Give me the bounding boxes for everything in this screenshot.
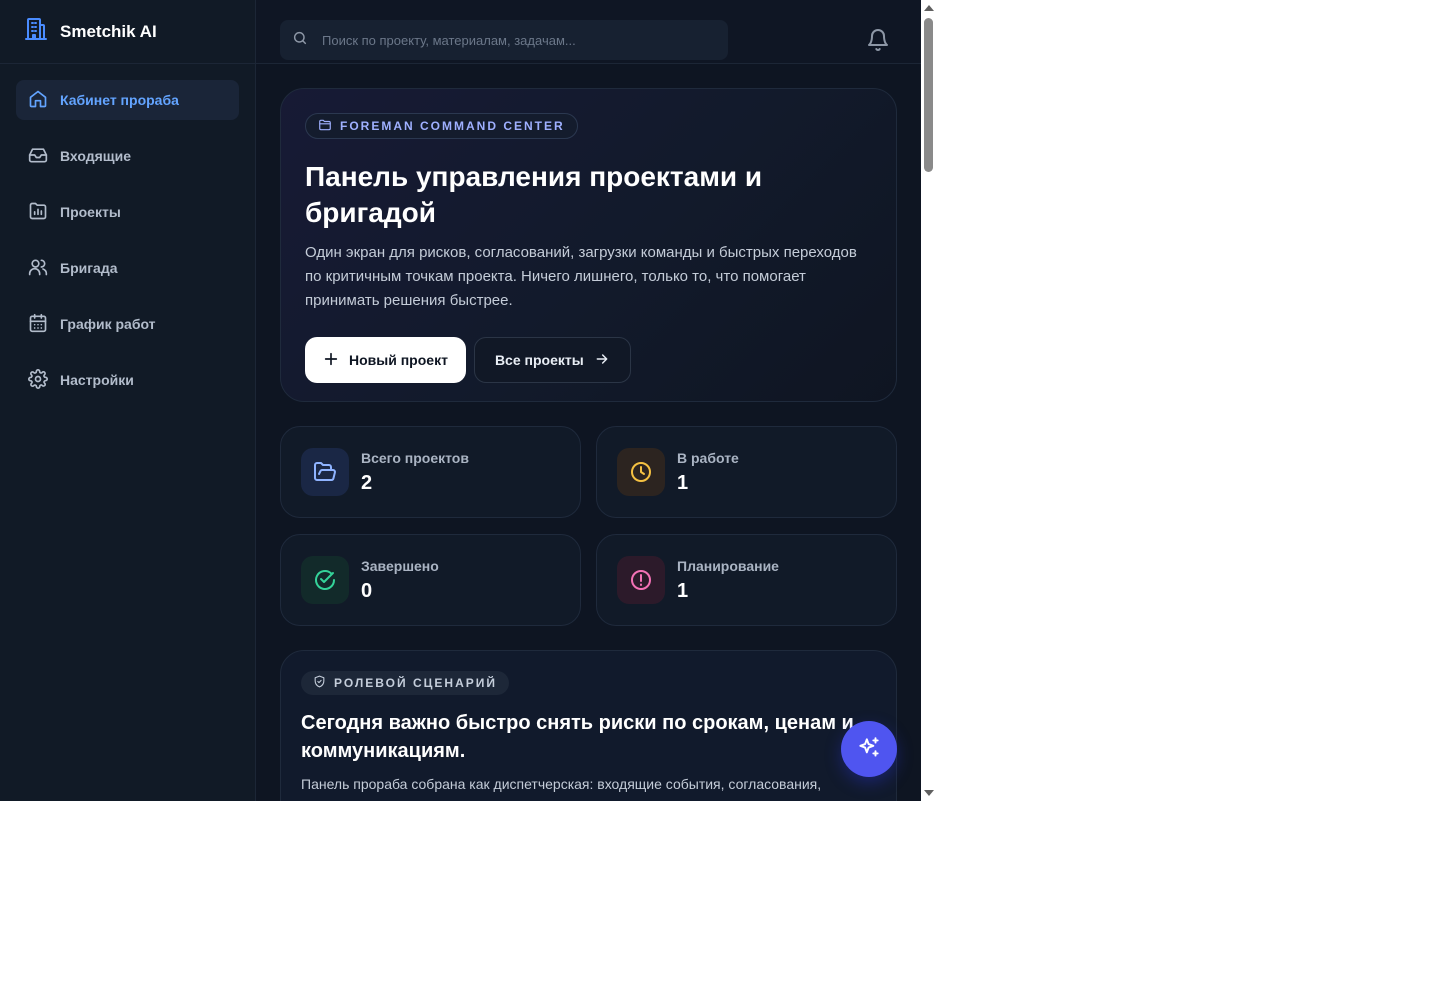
new-project-label: Новый проект <box>349 352 448 368</box>
search-icon <box>292 30 320 51</box>
sidebar-item-inbox[interactable]: Входящие <box>16 136 239 176</box>
stat-text: Планирование 1 <box>677 558 779 603</box>
scenario-badge-label: РОЛЕВОЙ СЦЕНАРИЙ <box>334 676 497 690</box>
stat-value: 0 <box>361 579 373 602</box>
stat-label: Планирование <box>677 557 779 574</box>
gear-icon <box>28 368 60 392</box>
page-scrollbar[interactable] <box>921 0 936 801</box>
building-icon <box>24 17 60 46</box>
stat-label: В работе <box>677 449 739 466</box>
app-name: Smetchik AI <box>60 21 157 41</box>
stat-value: 1 <box>677 579 689 602</box>
arrow-right-icon <box>584 351 610 370</box>
hero-description: Один экран для рисков, согласований, заг… <box>305 244 857 309</box>
users-icon <box>28 257 60 280</box>
hero-card: FOREMAN COMMAND CENTER Панель управления… <box>280 88 897 402</box>
stat-label: Всего проектов <box>361 449 469 466</box>
sidebar-item-team[interactable]: Бригада <box>16 248 239 288</box>
stat-text: В работе 1 <box>677 450 739 495</box>
folder-open-icon <box>301 448 349 496</box>
plus-icon <box>323 351 349 370</box>
stat-value: 1 <box>677 471 689 494</box>
bell-icon[interactable] <box>866 28 890 52</box>
sidebar-item-label: Настройки <box>60 372 134 388</box>
all-projects-button[interactable]: Все проекты <box>473 337 631 383</box>
stat-label: Завершено <box>361 557 439 574</box>
sparkles-icon <box>856 735 882 764</box>
sidebar-item-schedule[interactable]: График работ <box>16 304 239 344</box>
hero-badge: FOREMAN COMMAND CENTER <box>305 113 578 139</box>
sidebar-item-settings[interactable]: Настройки <box>16 360 239 400</box>
alert-circle-icon <box>617 556 665 604</box>
app-viewport: Smetchik AI Кабинет прораба Входящие Про… <box>0 0 921 801</box>
sidebar-item-label: Кабинет прораба <box>60 92 179 108</box>
scroll-down-arrow-icon[interactable] <box>924 790 934 796</box>
sidebar-item-label: Проекты <box>60 204 121 220</box>
scroll-thumb[interactable] <box>924 18 933 172</box>
hero-actions: Новый проект Все проекты <box>305 337 872 383</box>
hero-badge-label: FOREMAN COMMAND CENTER <box>340 119 565 133</box>
stat-card-total-projects[interactable]: Всего проектов 2 <box>280 426 581 518</box>
sidebar-item-foreman-cabinet[interactable]: Кабинет прораба <box>16 80 239 120</box>
all-projects-label: Все проекты <box>494 352 584 368</box>
scenario-description: Панель прораба собрана как диспетчерская… <box>301 776 822 792</box>
scenario-card: РОЛЕВОЙ СЦЕНАРИЙ Сегодня важно быстро сн… <box>280 650 897 801</box>
stat-text: Завершено 0 <box>361 558 439 603</box>
scenario-title: Сегодня важно быстро снять риски по срок… <box>301 712 854 762</box>
calendar-icon <box>28 313 60 336</box>
brand[interactable]: Smetchik AI <box>0 0 255 64</box>
sidebar-item-label: Входящие <box>60 148 131 164</box>
sidebar-item-label: Бригада <box>60 260 118 276</box>
ai-assistant-button[interactable] <box>841 721 897 777</box>
check-circle-icon <box>301 556 349 604</box>
stat-card-in-progress[interactable]: В работе 1 <box>596 426 897 518</box>
clock-icon <box>617 448 665 496</box>
sidebar-nav: Кабинет прораба Входящие Проекты Бригада <box>0 64 255 400</box>
shield-icon <box>313 675 334 691</box>
hero-title: Панель управления проектами и бригадой <box>305 161 763 228</box>
stat-text: Всего проектов 2 <box>361 450 469 495</box>
folder-chart-icon <box>28 201 60 224</box>
search-input[interactable] <box>320 31 700 49</box>
stat-card-completed[interactable]: Завершено 0 <box>280 534 581 626</box>
sidebar-item-projects[interactable]: Проекты <box>16 192 239 232</box>
inbox-icon <box>28 145 60 168</box>
scenario-badge: РОЛЕВОЙ СЦЕНАРИЙ <box>301 671 509 695</box>
folder-icon <box>318 118 340 135</box>
stat-value: 2 <box>361 471 373 494</box>
new-project-button[interactable]: Новый проект <box>305 337 466 383</box>
sidebar-item-label: График работ <box>60 316 156 332</box>
scroll-up-arrow-icon[interactable] <box>924 5 934 11</box>
stat-card-planning[interactable]: Планирование 1 <box>596 534 897 626</box>
topbar <box>256 0 921 64</box>
sidebar: Smetchik AI Кабинет прораба Входящие Про… <box>0 0 256 801</box>
main-content: FOREMAN COMMAND CENTER Панель управления… <box>256 64 921 801</box>
search-box[interactable] <box>280 20 728 60</box>
home-icon <box>28 89 60 112</box>
